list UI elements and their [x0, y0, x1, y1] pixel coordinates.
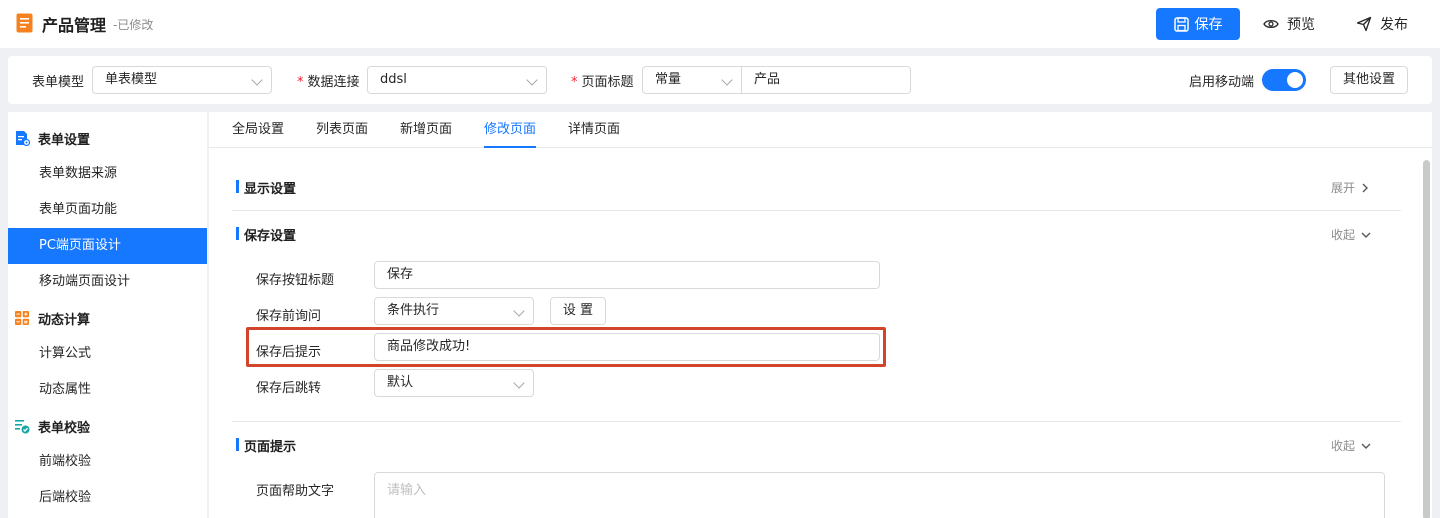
- save-collapse-toggle[interactable]: 收起: [1331, 226, 1371, 243]
- preview-button[interactable]: 预览: [1263, 8, 1315, 40]
- chevron-right-icon: [1362, 183, 1369, 192]
- data-connection-value: ddsl: [380, 72, 407, 87]
- save-button-label: 保存: [1194, 17, 1223, 33]
- calculator-icon: [15, 311, 29, 325]
- app-header: 产品管理 -已修改 保存 预览 发布: [0, 0, 1440, 48]
- tab-detail-page[interactable]: 详情页面: [568, 112, 620, 148]
- modified-status: -已修改: [113, 18, 154, 32]
- vertical-scrollbar[interactable]: [1423, 160, 1430, 518]
- post-save-redirect-select[interactable]: 默认: [374, 369, 534, 397]
- section-title-save: 保存设置: [232, 225, 296, 244]
- tab-global-settings[interactable]: 全局设置: [232, 112, 284, 148]
- validation-icon: [15, 420, 30, 434]
- chevron-down-icon: [1361, 232, 1371, 238]
- settings-sidebar: 表单设置 表单数据来源 表单页面功能 PC端页面设计 移动端页面设计 动态计算 …: [8, 112, 207, 518]
- eye-icon: [1263, 19, 1279, 29]
- publish-button[interactable]: 发布: [1356, 8, 1408, 40]
- post-save-redirect-label: 保存后跳转: [256, 381, 322, 396]
- page-help-text-placeholder: 请输入: [387, 483, 427, 498]
- document-icon: [16, 13, 33, 33]
- chevron-down-icon: [721, 74, 733, 86]
- chevron-down-icon: [251, 74, 263, 86]
- form-config-bar: 表单模型 单表模型 * 数据连接 ddsl * 页面标题 常量 产品 启用移动端 其…: [8, 56, 1432, 104]
- page-title-input-value: 产品: [754, 72, 781, 87]
- sidebar-item-formula[interactable]: 计算公式: [8, 336, 207, 372]
- data-connection-label: * 数据连接: [297, 75, 360, 90]
- mobile-enable-toggle[interactable]: [1262, 69, 1306, 91]
- form-model-label: 表单模型: [32, 75, 85, 90]
- pre-save-confirm-value: 条件执行: [387, 303, 440, 318]
- highlight-box: [246, 327, 886, 367]
- section-divider: [232, 421, 1401, 422]
- sidebar-group-form-validation: 表单校验: [8, 408, 207, 444]
- display-expand-toggle[interactable]: 展开: [1331, 179, 1369, 196]
- sidebar-item-pc-page-design[interactable]: PC端页面设计: [8, 228, 207, 264]
- publish-button-label: 发布: [1380, 17, 1408, 33]
- sidebar-group-label: 表单设置: [38, 132, 91, 148]
- form-model-value: 单表模型: [105, 72, 158, 87]
- tab-edit-page[interactable]: 修改页面: [484, 112, 537, 148]
- form-settings-icon: [16, 131, 30, 146]
- page-title: 产品管理: [42, 16, 107, 35]
- page-tip-collapse-toggle[interactable]: 收起: [1331, 437, 1371, 454]
- chevron-down-icon: [1361, 443, 1371, 449]
- preview-button-label: 预览: [1287, 17, 1315, 33]
- chevron-down-icon: [513, 305, 525, 317]
- sidebar-group-label: 动态计算: [38, 312, 91, 328]
- pre-save-confirm-label: 保存前询问: [256, 309, 322, 324]
- sidebar-item-form-data-source[interactable]: 表单数据来源: [8, 156, 207, 192]
- sidebar-item-dynamic-attribute[interactable]: 动态属性: [8, 372, 207, 408]
- send-icon: [1356, 16, 1372, 32]
- section-divider: [232, 210, 1401, 211]
- condition-settings-button[interactable]: 设 置: [550, 297, 606, 325]
- page-design-panel: 全局设置 列表页面 新增页面 修改页面 详情页面 显示设置 展开 保存设置 收起…: [209, 112, 1432, 518]
- save-button[interactable]: 保存: [1156, 8, 1240, 40]
- page-tabs: 全局设置 列表页面 新增页面 修改页面 详情页面: [209, 112, 1432, 148]
- sidebar-item-backend-validation[interactable]: 后端校验: [8, 480, 207, 516]
- save-button-title-value: 保存: [387, 267, 414, 282]
- section-title-page-tip: 页面提示: [232, 436, 296, 455]
- data-connection-select[interactable]: ddsl: [367, 66, 547, 94]
- sidebar-group-dynamic-calc: 动态计算: [8, 300, 207, 336]
- pre-save-confirm-select[interactable]: 条件执行: [374, 297, 534, 325]
- tab-add-page[interactable]: 新增页面: [400, 112, 452, 148]
- other-settings-button[interactable]: 其他设置: [1330, 66, 1408, 94]
- page-help-text-label: 页面帮助文字: [256, 484, 335, 499]
- post-save-redirect-value: 默认: [387, 375, 414, 390]
- expand-label: 展开: [1331, 181, 1356, 195]
- sidebar-item-frontend-validation[interactable]: 前端校验: [8, 444, 207, 480]
- page-title-mode-select[interactable]: 常量: [642, 66, 742, 94]
- page-title-mode-value: 常量: [655, 72, 682, 87]
- tab-list-page[interactable]: 列表页面: [316, 112, 368, 148]
- sidebar-item-mobile-page-design[interactable]: 移动端页面设计: [8, 264, 207, 300]
- chevron-down-icon: [526, 74, 538, 86]
- collapse-label: 收起: [1331, 228, 1356, 242]
- sidebar-group-form-settings: 表单设置: [8, 120, 207, 156]
- page-help-text-input[interactable]: 请输入: [374, 472, 1385, 518]
- form-model-select[interactable]: 单表模型: [92, 66, 272, 94]
- page-title-input[interactable]: 产品: [741, 66, 911, 94]
- section-title-display: 显示设置: [232, 178, 296, 197]
- sidebar-item-form-page-function[interactable]: 表单页面功能: [8, 192, 207, 228]
- mobile-enable-label: 启用移动端: [1189, 75, 1255, 90]
- save-button-title-input[interactable]: 保存: [374, 261, 880, 289]
- save-button-title-label: 保存按钮标题: [256, 273, 335, 288]
- sidebar-group-label: 表单校验: [38, 420, 91, 436]
- save-icon: [1173, 16, 1189, 32]
- collapse-label: 收起: [1331, 439, 1356, 453]
- page-title-label: * 页面标题: [571, 75, 634, 90]
- chevron-down-icon: [513, 377, 525, 389]
